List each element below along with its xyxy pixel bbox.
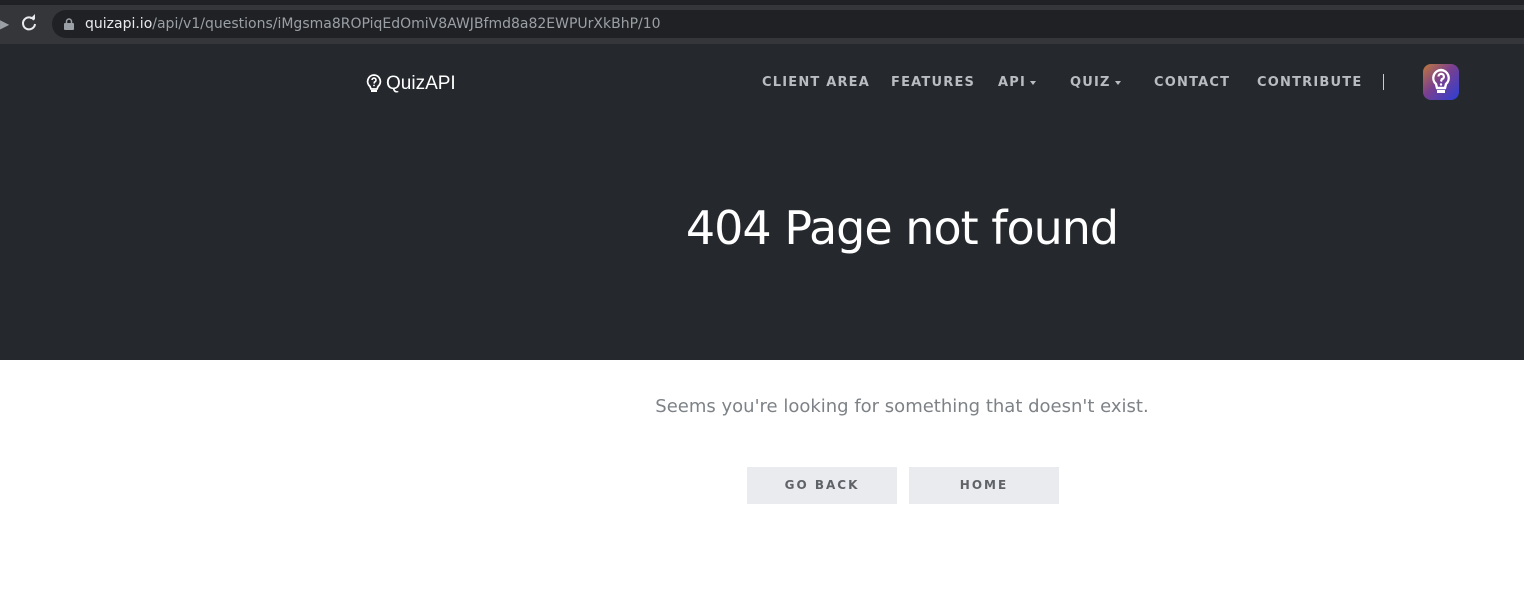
caret-down-icon	[1030, 80, 1037, 85]
error-message: Seems you're looking for something that …	[655, 396, 1149, 417]
nav-divider	[1383, 74, 1384, 90]
browser-toolbar: ▶ quizapi.io/api/v1/questions/iMgsma8ROP…	[0, 0, 1524, 44]
nav-quiz[interactable]: QUIZ	[1070, 74, 1121, 92]
page-title: 404 Page not found	[685, 201, 1119, 255]
address-bar[interactable]: quizapi.io/api/v1/questions/iMgsma8ROPiq…	[52, 10, 1524, 38]
nav-api[interactable]: API	[998, 74, 1037, 92]
go-back-button[interactable]: GO BACK	[747, 467, 897, 504]
lock-icon	[64, 18, 74, 30]
main-nav: CLIENT AREA FEATURES API QUIZ CONTACT CO…	[0, 74, 1524, 92]
question-glyph-icon	[1432, 68, 1450, 93]
nav-client-area[interactable]: CLIENT AREA	[762, 74, 870, 92]
nav-label: CONTACT	[1154, 75, 1231, 90]
nav-label: FEATURES	[891, 75, 976, 90]
nav-label: CONTRIBUTE	[1257, 75, 1363, 90]
nav-contribute[interactable]: CONTRIBUTE	[1257, 74, 1362, 92]
url-path: /api/v1/questions/iMgsma8ROPiqEdOmiV8AWJ…	[152, 16, 661, 32]
hero-section: QuizAPI CLIENT AREA FEATURES API QUIZ CO…	[0, 44, 1524, 360]
forward-icon[interactable]: ▶	[0, 17, 9, 31]
url-host: quizapi.io	[85, 16, 153, 32]
nav-label: API	[998, 75, 1027, 90]
nav-features[interactable]: FEATURES	[891, 74, 975, 92]
nav-label: QUIZ	[1070, 75, 1111, 90]
nav-label: CLIENT AREA	[762, 75, 871, 90]
home-button[interactable]: HOME	[909, 467, 1059, 504]
reload-icon[interactable]	[19, 14, 39, 34]
caret-down-icon	[1114, 80, 1121, 85]
question-bulb-icon[interactable]	[1423, 64, 1459, 100]
nav-contact[interactable]: CONTACT	[1154, 74, 1230, 92]
url-text: quizapi.io/api/v1/questions/iMgsma8ROPiq…	[85, 15, 661, 33]
